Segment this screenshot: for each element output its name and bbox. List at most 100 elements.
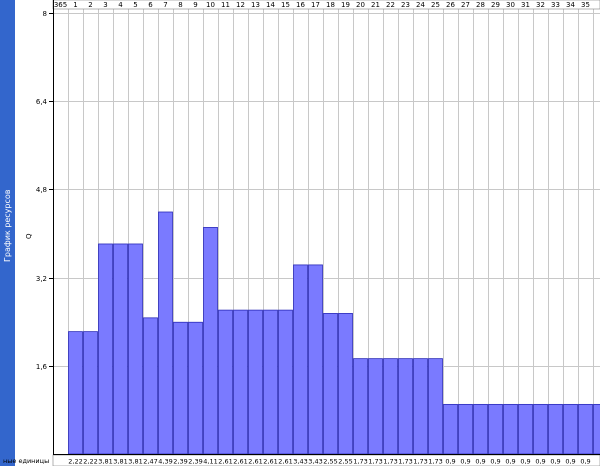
value-label: 0,9 bbox=[580, 458, 590, 466]
bar bbox=[579, 404, 593, 454]
y-tick-label: 1,6 bbox=[36, 363, 48, 371]
bar bbox=[549, 404, 563, 454]
value-label: 2,61 bbox=[248, 458, 262, 466]
y-tick-label: 6,4 bbox=[36, 98, 48, 106]
value-label: 1,73 bbox=[413, 458, 427, 466]
value-label: 2,22 bbox=[68, 458, 82, 466]
bar bbox=[144, 318, 158, 454]
bar bbox=[354, 359, 368, 454]
bar bbox=[129, 244, 143, 454]
bar bbox=[159, 212, 173, 454]
value-label: 0,9 bbox=[535, 458, 545, 466]
bar bbox=[414, 359, 428, 454]
value-label: 0,9 bbox=[565, 458, 575, 466]
value-label: 3,81 bbox=[98, 458, 112, 466]
header-cell-label: 20 bbox=[356, 1, 365, 9]
bar bbox=[459, 404, 473, 454]
bar bbox=[519, 404, 533, 454]
y-tick-label: 8 bbox=[43, 10, 47, 18]
value-label: 0,9 bbox=[550, 458, 560, 466]
header-cell-label: 3 bbox=[103, 1, 107, 9]
bar bbox=[369, 359, 383, 454]
value-label: 3,81 bbox=[128, 458, 142, 466]
header-cell-label: 34 bbox=[566, 1, 575, 9]
header-cell-label: 33 bbox=[551, 1, 560, 9]
header-cell-label: 27 bbox=[461, 1, 470, 9]
value-label: 0,9 bbox=[520, 458, 530, 466]
chart-svg: График ресурсов Q ные единицы 1,63,24,86… bbox=[0, 0, 600, 466]
header-cell-label: 10 bbox=[206, 1, 215, 9]
bar bbox=[234, 310, 248, 454]
header-cell-label: 365 bbox=[54, 1, 67, 9]
header-cell-label: 2 bbox=[88, 1, 92, 9]
side-panel-title: График ресурсов bbox=[3, 189, 12, 262]
value-label: 0,9 bbox=[490, 458, 500, 466]
value-label: 4,39 bbox=[158, 458, 172, 466]
bar bbox=[504, 404, 518, 454]
header-cell-label: 16 bbox=[296, 1, 305, 9]
header-cell-label: 29 bbox=[491, 1, 500, 9]
bar bbox=[99, 244, 113, 454]
header-cell-label: 12 bbox=[236, 1, 245, 9]
header-cell-label: 31 bbox=[521, 1, 530, 9]
value-label: 1,73 bbox=[383, 458, 397, 466]
y-tick-layer: 1,63,24,86,48 bbox=[36, 10, 53, 371]
bar bbox=[84, 332, 98, 454]
resource-chart: График ресурсов Q ные единицы 1,63,24,86… bbox=[0, 0, 600, 466]
bar bbox=[564, 404, 578, 454]
header-cell-label: 4 bbox=[118, 1, 123, 9]
bar bbox=[429, 359, 443, 454]
header-cell-label: 17 bbox=[311, 1, 320, 9]
header-cell-label: 35 bbox=[581, 1, 590, 9]
value-label: 2,61 bbox=[218, 458, 232, 466]
value-label: 0,9 bbox=[505, 458, 515, 466]
bar bbox=[69, 332, 83, 454]
header-cell-label: 25 bbox=[431, 1, 440, 9]
header-cell-label: 28 bbox=[476, 1, 485, 9]
header-cell-label: 1 bbox=[73, 1, 77, 9]
y-axis-title: Q bbox=[25, 233, 33, 239]
value-label: 2,61 bbox=[263, 458, 277, 466]
header-cell-label: 15 bbox=[281, 1, 290, 9]
value-label: 2,39 bbox=[173, 458, 187, 466]
value-label: 2,61 bbox=[233, 458, 247, 466]
header-cell-label: 23 bbox=[401, 1, 410, 9]
bar bbox=[534, 404, 548, 454]
header-cell-label: 13 bbox=[251, 1, 260, 9]
header-cell-label: 18 bbox=[326, 1, 335, 9]
bar bbox=[294, 265, 308, 454]
value-label-row: 2,222,223,813,813,812,474,392,392,394,11… bbox=[53, 455, 600, 466]
bottom-left-label: ные единицы bbox=[3, 457, 49, 465]
value-label: 0,9 bbox=[475, 458, 485, 466]
value-label: 1,73 bbox=[353, 458, 367, 466]
header-cell-label: 30 bbox=[506, 1, 515, 9]
header-cell-label: 14 bbox=[266, 1, 275, 9]
bar bbox=[384, 359, 398, 454]
y-tick-label: 3,2 bbox=[36, 275, 47, 283]
bar bbox=[309, 265, 323, 454]
bars-layer bbox=[69, 212, 600, 454]
value-label: 1,73 bbox=[398, 458, 412, 466]
header-cell-label: 9 bbox=[193, 1, 197, 9]
value-label: 2,61 bbox=[278, 458, 292, 466]
bar bbox=[114, 244, 128, 454]
bar bbox=[219, 310, 233, 454]
header-cell-label: 6 bbox=[148, 1, 153, 9]
header-cell-label: 8 bbox=[178, 1, 182, 9]
bar bbox=[249, 310, 263, 454]
bar bbox=[399, 359, 413, 454]
header-cell-label: 19 bbox=[341, 1, 350, 9]
bar bbox=[204, 227, 218, 454]
value-label: 2,47 bbox=[143, 458, 157, 466]
bar bbox=[264, 310, 278, 454]
value-label: 2,55 bbox=[338, 458, 352, 466]
value-label: 2,39 bbox=[188, 458, 202, 466]
bar bbox=[594, 404, 600, 454]
header-cell-label: 5 bbox=[133, 1, 137, 9]
header-cell-label: 22 bbox=[386, 1, 395, 9]
bar bbox=[489, 404, 503, 454]
bar bbox=[174, 322, 188, 454]
bar bbox=[324, 313, 338, 454]
header-row: 3651234567891011121314151617181920212223… bbox=[53, 0, 600, 9]
header-cell-label: 32 bbox=[536, 1, 545, 9]
